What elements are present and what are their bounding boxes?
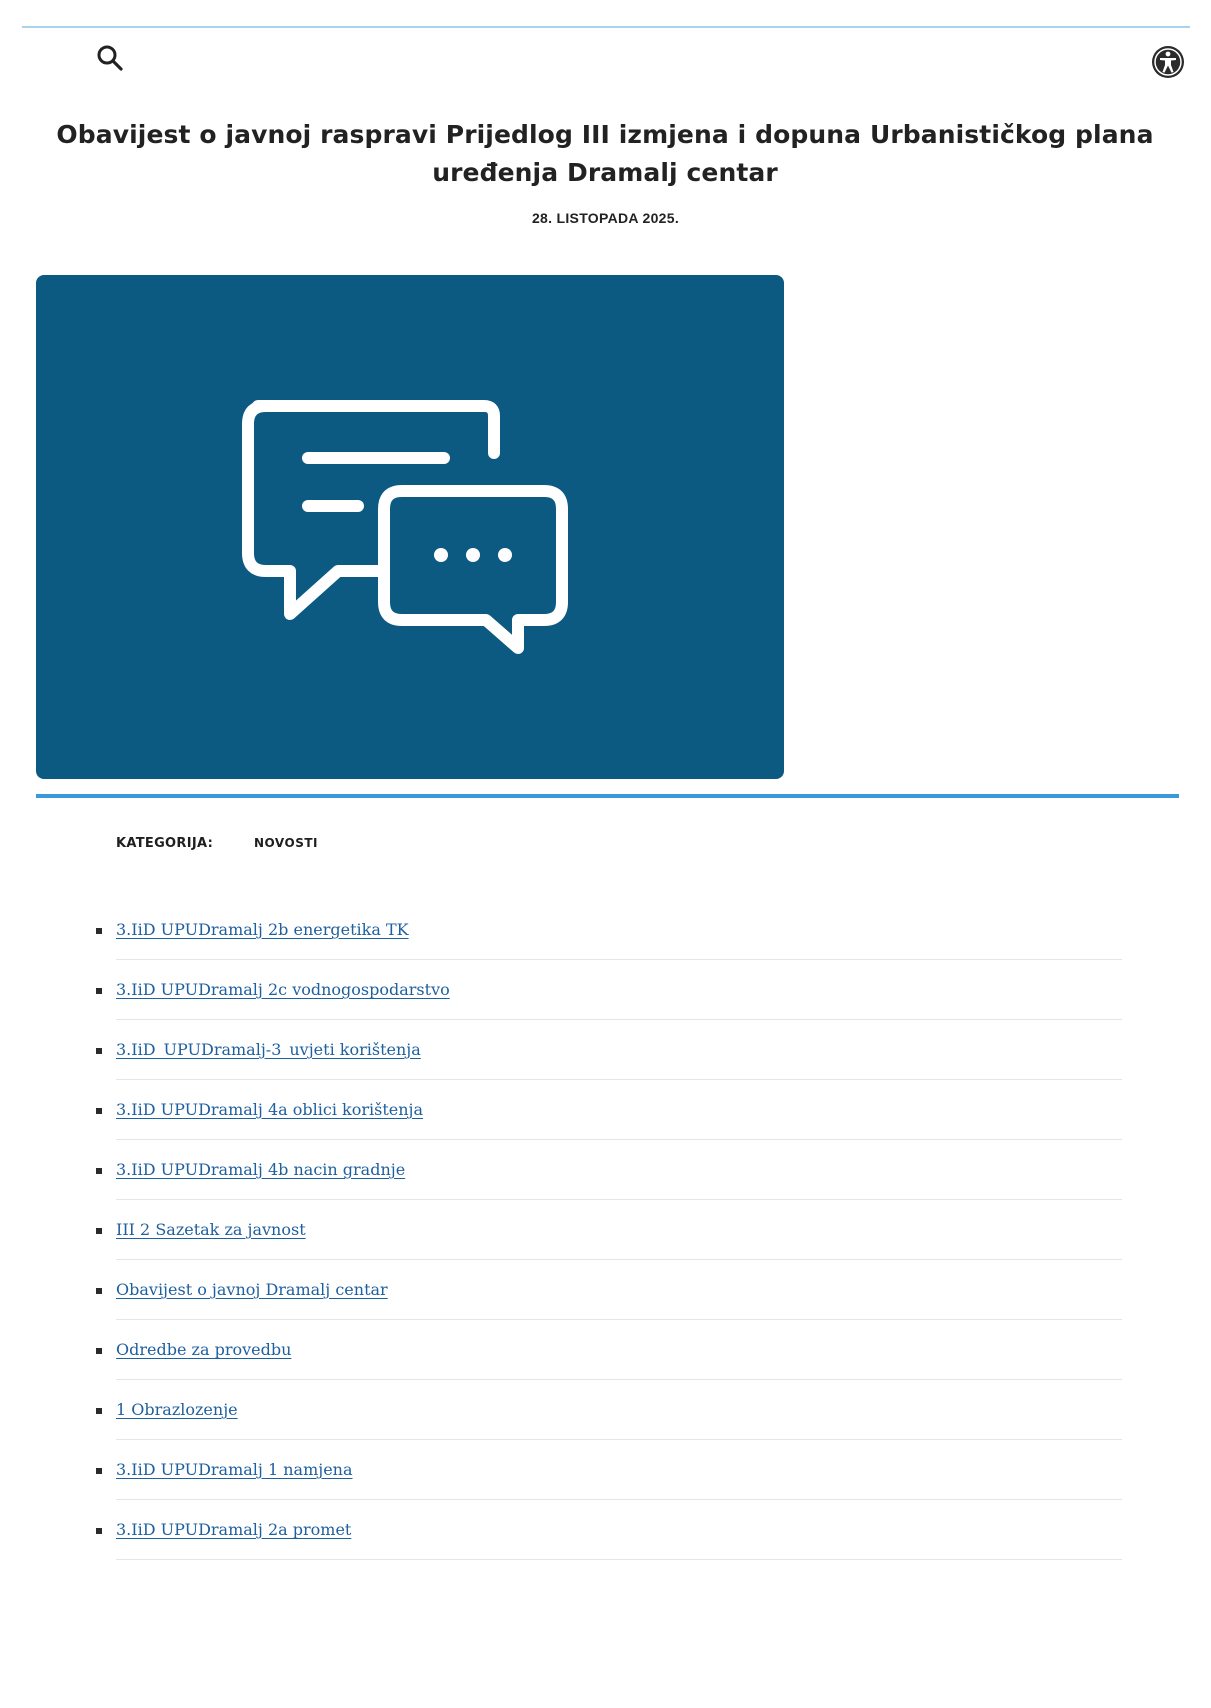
list-item: Obavijest o javnoj Dramalj centar	[96, 1260, 1122, 1320]
list-item: 3.IiD UPUDramalj 2a promet	[96, 1500, 1122, 1560]
chat-bubbles-icon	[242, 400, 568, 654]
category-link[interactable]: NOVOSTI	[254, 836, 318, 850]
bullet-icon	[96, 1288, 102, 1294]
page-title: Obavijest o javnoj raspravi Prijedlog II…	[56, 120, 1154, 187]
list-item: 3.IiD UPUDramalj 1 namjena	[96, 1440, 1122, 1500]
attachment-link[interactable]: III 2 Sazetak za javnost	[116, 1220, 306, 1239]
attachment-link[interactable]: 3.IiD_UPUDramalj-3_uvjeti korištenja	[116, 1040, 421, 1059]
featured-image	[36, 275, 784, 779]
attachment-link[interactable]: Odredbe za provedbu	[116, 1340, 291, 1359]
bullet-icon	[96, 1048, 102, 1054]
attachment-list: 3.IiD UPUDramalj 2b energetika TK 3.IiD U…	[92, 900, 1122, 1560]
accessibility-icon[interactable]	[1150, 44, 1186, 80]
content-divider	[36, 794, 1179, 798]
list-item: 3.IiD UPUDramalj 4a oblici korištenja	[96, 1080, 1122, 1140]
attachment-link[interactable]: 3.IiD UPUDramalj 1 namjena	[116, 1460, 353, 1479]
list-item: 3.IiD_UPUDramalj-3_uvjeti korištenja	[96, 1020, 1122, 1080]
list-item: 1 Obrazlozenje	[96, 1380, 1122, 1440]
bullet-icon	[96, 1528, 102, 1534]
attachment-link[interactable]: 3.IiD UPUDramalj 2b energetika TK	[116, 920, 409, 939]
list-item: Odredbe za provedbu	[96, 1320, 1122, 1380]
header-divider	[22, 26, 1190, 28]
attachment-link[interactable]: Obavijest o javnoj Dramalj centar	[116, 1280, 388, 1299]
attachment-link[interactable]: 3.IiD UPUDramalj 4b nacin gradnje	[116, 1160, 405, 1179]
bullet-icon	[96, 988, 102, 994]
attachment-link[interactable]: 1 Obrazlozenje	[116, 1400, 238, 1419]
attachment-link[interactable]: 3.IiD UPUDramalj 4a oblici korištenja	[116, 1100, 423, 1119]
attachment-link[interactable]: 3.IiD UPUDramalj 2c vodnogospodarstvo	[116, 980, 450, 999]
category-label: KATEGORIJA:	[116, 836, 214, 851]
bullet-icon	[96, 1108, 102, 1114]
list-item: III 2 Sazetak za javnost	[96, 1200, 1122, 1260]
category-row: KATEGORIJA: NOVOSTI	[116, 836, 318, 851]
list-item: 3.IiD UPUDramalj 2c vodnogospodarstvo	[96, 960, 1122, 1020]
bullet-icon	[96, 1408, 102, 1414]
bullet-icon	[96, 1468, 102, 1474]
post-date: 28. LISTOPADA 2025.	[531, 210, 680, 226]
list-item: 3.IiD UPUDramalj 2b energetika TK	[96, 900, 1122, 960]
bullet-icon	[96, 1228, 102, 1234]
list-item: 3.IiD UPUDramalj 4b nacin gradnje	[96, 1140, 1122, 1200]
search-icon[interactable]	[96, 44, 124, 72]
bullet-icon	[96, 1168, 102, 1174]
bullet-icon	[96, 1348, 102, 1354]
bullet-icon	[96, 928, 102, 934]
attachment-link[interactable]: 3.IiD UPUDramalj 2a promet	[116, 1520, 351, 1539]
